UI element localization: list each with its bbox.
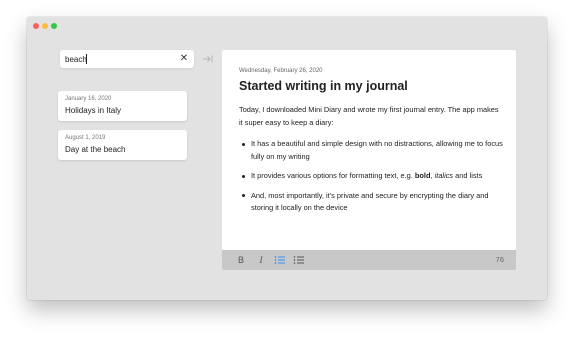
entry-title: Day at the beach	[65, 145, 126, 154]
maximize-window-button[interactable]	[51, 23, 57, 29]
list-item-text: It provides various options for formatti…	[251, 171, 415, 180]
bullet-list-icon	[274, 256, 285, 264]
list-item-text: And, most importantly, it's private and …	[251, 190, 489, 213]
ordered-list-button[interactable]	[292, 253, 306, 267]
entry-date-heading: Wednesday, February 26, 2020	[239, 68, 323, 74]
bold-button[interactable]: B	[234, 253, 248, 267]
intro-paragraph: Today, I downloaded Mini Diary and wrote…	[239, 105, 499, 127]
formatting-toolbar: B I 76	[222, 250, 516, 270]
entry-list-item[interactable]: August 1, 2019 Day at the beach	[58, 130, 187, 160]
list-item-text: and lists	[453, 171, 483, 180]
entry-title: Holidays in Italy	[65, 106, 122, 115]
editor[interactable]: Wednesday, February 26, 2020 Started wri…	[222, 50, 516, 250]
bullet-list: It has a beautiful and simple design wit…	[239, 138, 503, 215]
entry-list-item[interactable]: January 16, 2020 Holidays in Italy	[58, 91, 187, 121]
bold-icon: B	[237, 255, 244, 265]
entry-body[interactable]: Today, I downloaded Mini Diary and wrote…	[239, 104, 503, 222]
app-window: ✕ January 16, 2020 Holidays in Italy Aug…	[27, 17, 547, 300]
list-item-text: It has a beautiful and simple design wit…	[251, 139, 503, 161]
bullet-list-button[interactable]	[273, 253, 287, 267]
close-window-button[interactable]	[33, 23, 39, 29]
close-icon: ✕	[179, 53, 189, 64]
bold-text: bold	[414, 171, 431, 180]
entry-title-field[interactable]: Started writing in my journal	[239, 79, 408, 93]
search-box: ✕	[60, 50, 194, 68]
italic-icon: I	[259, 255, 263, 265]
ordered-list-icon	[293, 256, 304, 264]
italic-button[interactable]: I	[254, 253, 268, 267]
word-count: 76	[495, 255, 504, 264]
list-item: And, most importantly, it's private and …	[242, 190, 503, 215]
italic-text: italics	[434, 171, 454, 180]
arrow-to-line-icon	[203, 55, 213, 63]
list-item: It provides various options for formatti…	[242, 170, 503, 183]
text-cursor	[86, 54, 87, 64]
minimize-window-button[interactable]	[42, 23, 48, 29]
clear-search-button[interactable]: ✕	[178, 52, 190, 66]
entry-date: January 16, 2020	[65, 96, 112, 102]
entry-date: August 1, 2019	[65, 135, 106, 141]
search-input[interactable]	[60, 50, 160, 68]
go-to-today-button[interactable]	[202, 52, 214, 66]
list-item: It has a beautiful and simple design wit…	[242, 138, 503, 163]
